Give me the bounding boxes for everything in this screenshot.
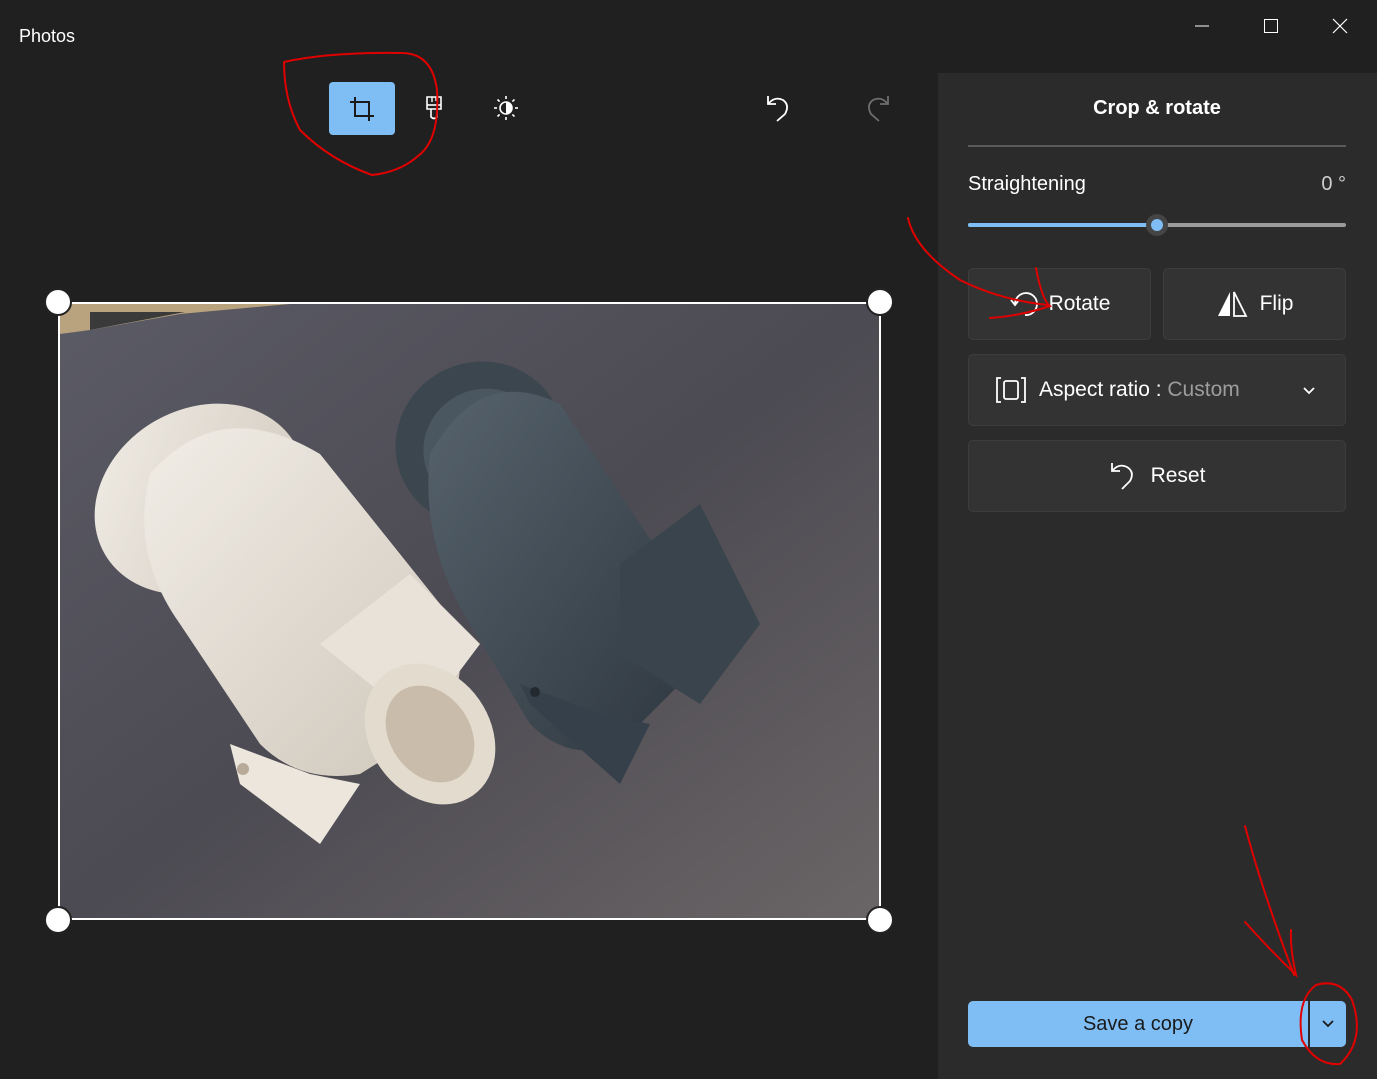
straightening-value: 0 ° — [1321, 173, 1346, 195]
reset-button[interactable]: Reset — [968, 440, 1346, 512]
straightening-slider-fill — [968, 223, 1157, 227]
maximize-button[interactable] — [1237, 0, 1305, 52]
undo-button[interactable] — [758, 88, 798, 128]
aspect-ratio-label: Aspect ratio : — [1039, 378, 1168, 401]
minimize-icon — [1195, 25, 1209, 27]
crop-handle-bottom-right[interactable] — [866, 906, 894, 934]
save-a-copy-label: Save a copy — [1082, 1012, 1194, 1035]
flip-icon — [1217, 291, 1248, 317]
aspect-ratio-value: Custom — [1167, 378, 1240, 401]
close-button[interactable] — [1306, 0, 1374, 52]
close-icon — [1332, 18, 1348, 34]
aspect-ratio-dropdown[interactable]: Aspect ratio : Custom — [968, 354, 1346, 426]
crop-handle-bottom-left[interactable] — [44, 906, 72, 934]
chevron-down-icon — [1322, 1020, 1334, 1028]
crop-handle-top-left[interactable] — [44, 288, 72, 316]
redo-button[interactable] — [858, 88, 898, 128]
aspect-ratio-icon — [996, 377, 1026, 403]
rotate-button[interactable]: Rotate — [968, 268, 1151, 340]
rotate-label: Rotate — [1048, 292, 1111, 315]
adjust-brightness-icon — [494, 96, 518, 120]
title-bar: Photos — [0, 0, 1377, 73]
crop-rotate-panel: Crop & rotate Straightening 0 ° Rotate F… — [938, 73, 1377, 1079]
flip-button[interactable]: Flip — [1163, 268, 1346, 340]
crop-icon — [350, 96, 374, 121]
flip-label: Flip — [1259, 292, 1294, 315]
chevron-down-icon — [1303, 387, 1315, 395]
maximize-icon — [1264, 19, 1278, 33]
save-options-dropdown-button[interactable] — [1310, 1001, 1346, 1047]
crop-tool-button[interactable] — [329, 82, 395, 135]
undo-icon — [767, 96, 788, 122]
app-title: Photos — [19, 26, 76, 46]
markup-tool-button[interactable] — [416, 88, 452, 128]
adjust-tool-button[interactable] — [486, 88, 526, 128]
minimize-button[interactable] — [1168, 0, 1236, 52]
save-a-copy-button[interactable]: Save a copy — [968, 1001, 1308, 1047]
crop-handle-top-right[interactable] — [866, 288, 894, 316]
panel-divider — [968, 145, 1346, 147]
photo-preview[interactable] — [58, 302, 881, 920]
redo-icon — [868, 96, 889, 122]
panel-title: Crop & rotate — [1093, 97, 1221, 119]
straightening-label: Straightening — [968, 173, 1086, 195]
rotate-icon — [1009, 292, 1038, 316]
photo-image — [60, 304, 879, 918]
straightening-slider-thumb[interactable] — [1146, 214, 1168, 236]
reset-icon — [1110, 463, 1133, 490]
straightening-slider[interactable] — [968, 214, 1346, 236]
markup-brush-icon — [426, 96, 442, 120]
reset-label: Reset — [1150, 464, 1206, 487]
